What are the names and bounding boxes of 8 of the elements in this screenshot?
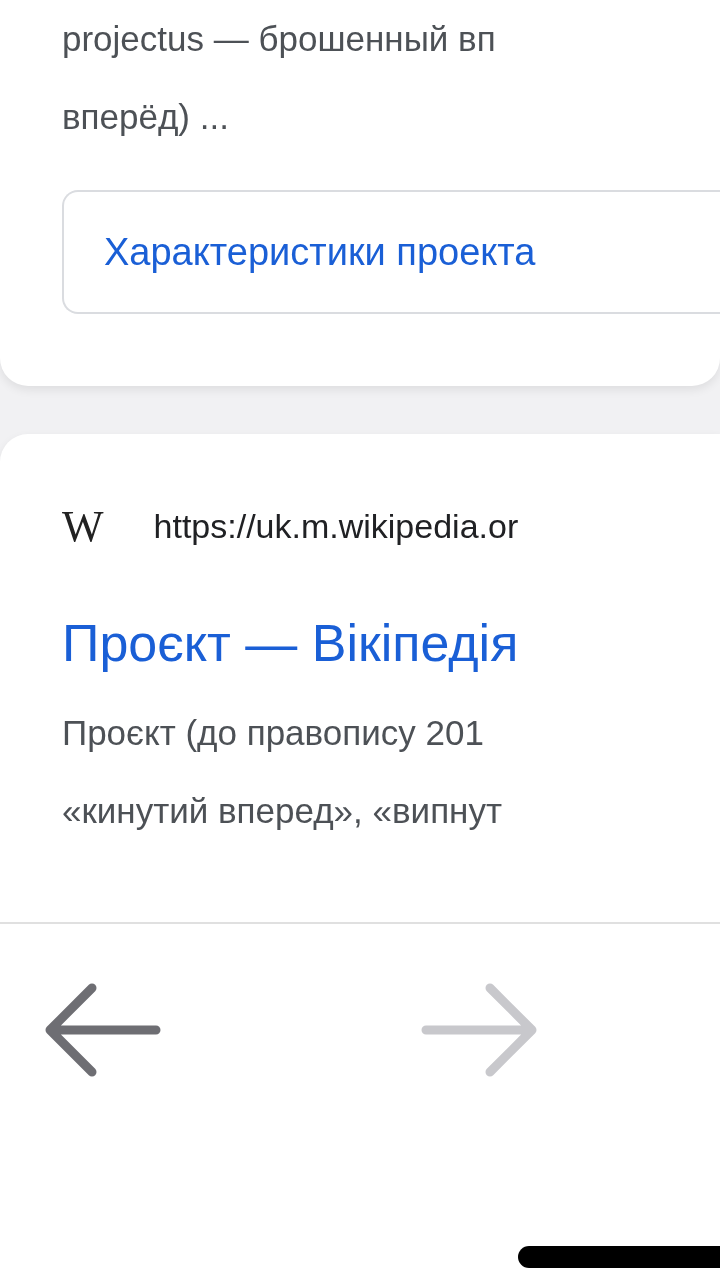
snippet-text: вперёд) ... <box>62 96 230 138</box>
snippet-text: projectus — брошенный вп <box>62 18 497 60</box>
site-favicon: W <box>62 500 98 552</box>
related-link-chip[interactable]: Характеристики проекта <box>62 190 720 314</box>
snippet-text: «кинутий вперед», «випнут <box>62 790 503 832</box>
result-title-link[interactable]: Проєкт — Вікіпедія <box>62 608 720 678</box>
result-url[interactable]: https://uk.m.wikipedia.or <box>153 506 519 546</box>
snippet-text: Проєкт (до правопису 201 <box>62 712 485 754</box>
